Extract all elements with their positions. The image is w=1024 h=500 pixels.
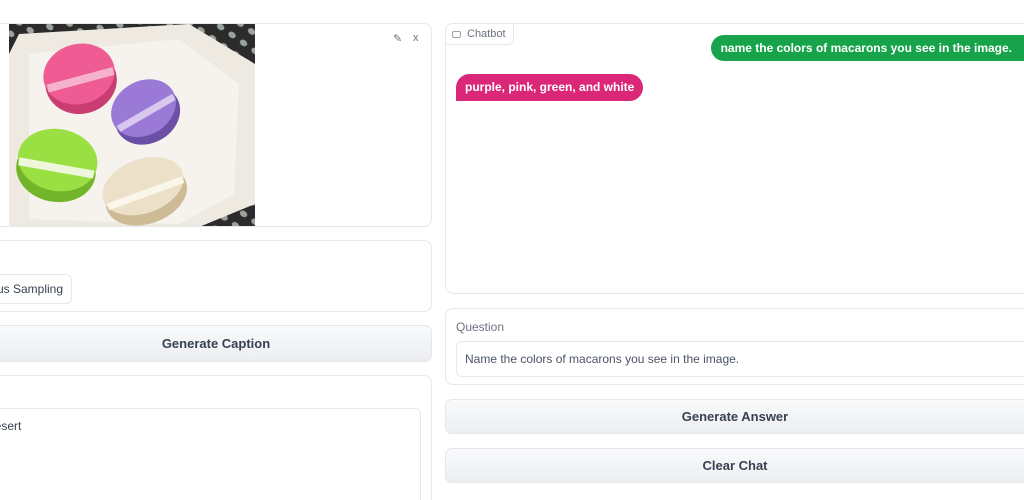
nucleus-sampling-radio[interactable]: Nucleus Sampling (0, 274, 72, 304)
chatbot-label-text: Chatbot (467, 28, 506, 40)
close-icon[interactable]: x (413, 32, 419, 44)
caption-output[interactable]: desert (0, 408, 421, 500)
caption-panel: desert (0, 375, 432, 500)
question-input[interactable] (456, 341, 1024, 377)
generate-caption-button[interactable]: Generate Caption (0, 325, 432, 362)
nucleus-sampling-label: Nucleus Sampling (0, 282, 63, 296)
chat-bubble-icon (452, 30, 461, 38)
question-label: Question (456, 320, 505, 334)
user-message: name the colors of macarons you see in t… (710, 35, 1024, 61)
image-panel: ✎ x (0, 23, 432, 227)
pencil-icon[interactable]: ✎ (393, 32, 402, 45)
decoding-panel: Nucleus Sampling (0, 240, 432, 312)
chatbot-panel: Chatbot name the colors of macarons you … (445, 23, 1024, 294)
bot-message: purple, pink, green, and white (456, 74, 644, 101)
chatbot-label: Chatbot (446, 24, 514, 45)
generate-answer-button[interactable]: Generate Answer (445, 399, 1024, 434)
macaron-photo (9, 24, 255, 226)
question-panel: Question (445, 308, 1024, 385)
clear-chat-button[interactable]: Clear Chat (445, 448, 1024, 483)
caption-text: desert (0, 419, 22, 433)
